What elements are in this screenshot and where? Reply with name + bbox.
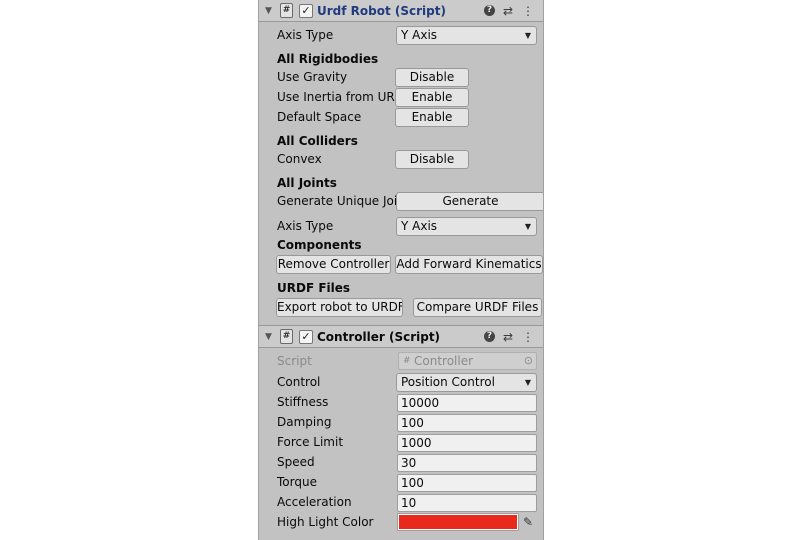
help-icon[interactable]: ?	[484, 5, 495, 16]
remove-controller-button[interactable]: Remove Controller	[276, 255, 391, 274]
colliders-section-header: All Colliders	[277, 134, 358, 148]
joints-section-header: All Joints	[277, 176, 337, 190]
default-space-button[interactable]: Enable	[395, 108, 469, 127]
control-dropdown[interactable]: Position Control ▼	[396, 373, 537, 392]
context-menu-icon[interactable]: ⋮	[522, 5, 534, 17]
script-icon: #	[280, 3, 293, 18]
compare-urdf-files-button[interactable]: Compare URDF Files	[413, 298, 542, 317]
dropdown-arrow-icon: ▼	[524, 31, 531, 40]
use-gravity-label: Use Gravity	[277, 70, 348, 84]
dropdown-arrow-icon: ▼	[524, 378, 531, 387]
highlight-color-label: High Light Color	[277, 515, 374, 529]
use-inertia-label: Use Inertia from URD	[277, 90, 405, 104]
highlight-color-swatch	[399, 515, 517, 529]
script-label: Script	[277, 354, 312, 368]
context-menu-icon[interactable]: ⋮	[522, 331, 534, 343]
stiffness-label: Stiffness	[277, 395, 329, 409]
use-gravity-button[interactable]: Disable	[395, 68, 469, 87]
highlight-color-field[interactable]	[397, 513, 519, 531]
script-value: Controller	[414, 354, 474, 368]
dropdown-arrow-icon: ▼	[524, 222, 531, 231]
script-object-field: # Controller ⊙	[398, 352, 537, 370]
force-limit-label: Force Limit	[277, 435, 344, 449]
presets-icon[interactable]: ⇄	[502, 5, 514, 17]
use-inertia-button[interactable]: Enable	[395, 88, 469, 107]
convex-label: Convex	[277, 152, 322, 166]
foldout-arrow-icon[interactable]: ▼	[265, 332, 272, 342]
eyedropper-icon[interactable]: ✎	[523, 515, 533, 529]
component-title: Urdf Robot (Script)	[317, 4, 446, 18]
components-section-header: Components	[277, 238, 362, 252]
joint-axis-type-dropdown[interactable]: Y Axis ▼	[396, 217, 537, 236]
rigidbodies-section-header: All Rigidbodies	[277, 52, 379, 66]
component-title: Controller (Script)	[317, 330, 441, 344]
axis-type-label: Axis Type	[277, 28, 334, 42]
inspector-panel: ▼ # ✓ Urdf Robot (Script) ? ⇄ ⋮ Axis Typ…	[258, 0, 544, 540]
speed-field[interactable]: 30	[397, 454, 537, 472]
presets-icon[interactable]: ⇄	[502, 331, 514, 343]
control-label: Control	[277, 375, 321, 389]
convex-button[interactable]: Disable	[395, 150, 469, 169]
stiffness-field[interactable]: 10000	[397, 394, 537, 412]
add-forward-kinematics-button[interactable]: Add Forward Kinematics	[395, 255, 543, 274]
controller-component-header[interactable]: ▼ # ✓ Controller (Script) ? ⇄ ⋮	[259, 325, 543, 348]
axis-type-dropdown[interactable]: Y Axis ▼	[396, 26, 537, 45]
acceleration-label: Acceleration	[277, 495, 352, 509]
default-space-label: Default Space	[277, 110, 362, 124]
torque-field[interactable]: 100	[397, 474, 537, 492]
control-value: Position Control	[401, 375, 495, 389]
script-icon: #	[280, 329, 293, 344]
urdf-robot-component-header[interactable]: ▼ # ✓ Urdf Robot (Script) ? ⇄ ⋮	[259, 0, 543, 22]
script-file-icon: #	[403, 356, 411, 366]
help-icon[interactable]: ?	[484, 331, 495, 342]
damping-field[interactable]: 100	[397, 414, 537, 432]
damping-label: Damping	[277, 415, 332, 429]
component-enabled-checkbox[interactable]: ✓	[299, 4, 313, 18]
speed-label: Speed	[277, 455, 315, 469]
force-limit-field[interactable]: 1000	[397, 434, 537, 452]
export-robot-button[interactable]: Export robot to URDF	[276, 298, 403, 317]
generate-button[interactable]: Generate	[396, 192, 543, 211]
generate-unique-joint-label: Generate Unique Joi	[277, 194, 398, 208]
axis-type-value: Y Axis	[401, 28, 438, 42]
object-picker-icon: ⊙	[523, 354, 533, 367]
urdf-files-section-header: URDF Files	[277, 281, 351, 295]
component-enabled-checkbox[interactable]: ✓	[299, 330, 313, 344]
foldout-arrow-icon[interactable]: ▼	[265, 6, 272, 16]
joint-axis-type-label: Axis Type	[277, 219, 334, 233]
acceleration-field[interactable]: 10	[397, 494, 537, 512]
joint-axis-type-value: Y Axis	[401, 219, 438, 233]
torque-label: Torque	[277, 475, 317, 489]
